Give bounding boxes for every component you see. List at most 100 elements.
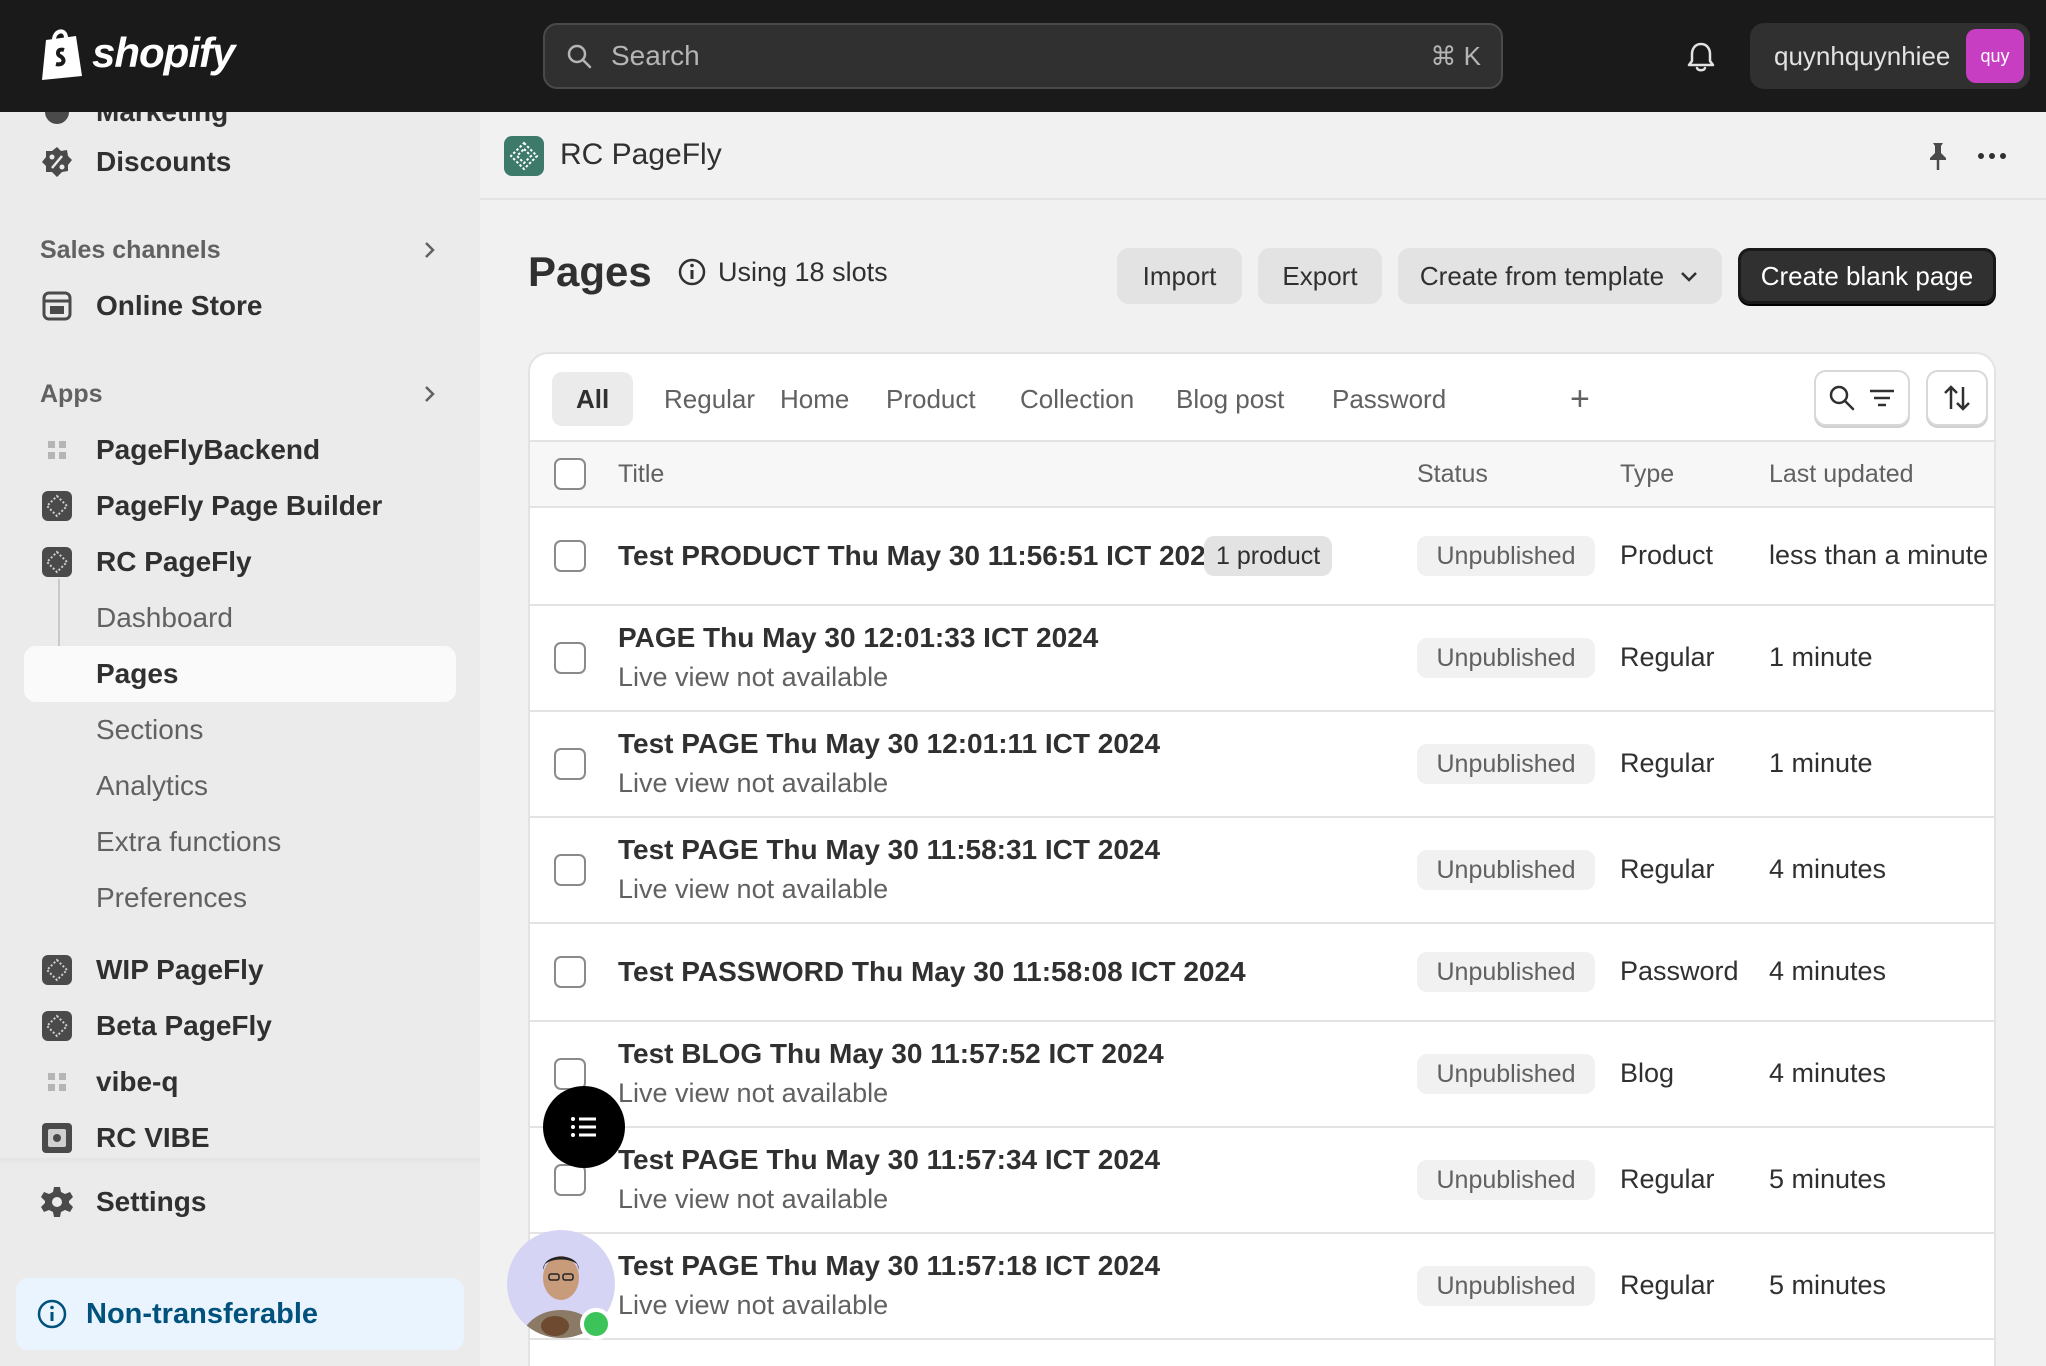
row-checkbox[interactable]	[554, 854, 586, 886]
tab-home[interactable]: Home	[756, 372, 873, 426]
row-type: Product	[1620, 540, 1714, 570]
tab-all[interactable]: All	[552, 372, 634, 426]
sidebar-item-beta-pagefly[interactable]: Beta PageFly	[24, 998, 456, 1054]
row-subtitle: Live view not available	[618, 662, 889, 692]
sidebar-item-label: RC VIBE	[96, 1122, 210, 1153]
table-row[interactable]: Test PAGE Thu May 30 12:01:11 ICT 2024 L…	[530, 712, 1994, 818]
column-last-updated[interactable]: Last updated	[1769, 460, 1914, 489]
sidebar-item-dashboard[interactable]: Dashboard	[24, 590, 456, 646]
row-title[interactable]: Test PAGE Thu May 30 11:57:34 ICT 2024	[618, 1144, 1160, 1176]
sidebar-item-online-store[interactable]: Online Store	[24, 278, 456, 334]
table-row[interactable]: Test PRODUCT Thu May 30 11:56:51 ICT 202…	[530, 508, 1994, 606]
section-label: Apps	[40, 379, 103, 408]
column-status[interactable]: Status	[1417, 460, 1488, 489]
row-checkbox[interactable]	[554, 748, 586, 780]
chevron-right-icon	[425, 386, 435, 402]
sidebar-item-rc-pagefly[interactable]: RC PageFly	[24, 534, 456, 590]
sidebar-item-label: Dashboard	[96, 602, 233, 633]
row-title[interactable]: Test PAGE Thu May 30 12:01:11 ICT 2024	[618, 728, 1160, 760]
row-checkbox[interactable]	[554, 540, 586, 572]
row-title[interactable]: Test PAGE Thu May 30 11:58:31 ICT 2024	[618, 834, 1160, 866]
column-title[interactable]: Title	[618, 460, 664, 489]
shopify-logo[interactable]: shopify	[38, 26, 235, 80]
pagefly-icon	[42, 491, 72, 521]
status-badge: Unpublished	[1417, 1160, 1595, 1200]
sidebar-item-pages[interactable]: Pages	[24, 646, 456, 702]
page-title: Pages	[528, 248, 652, 295]
slots-indicator[interactable]: Using 18 slots	[676, 256, 888, 288]
status-badge: Unpublished	[1417, 850, 1595, 890]
table-row[interactable]: PAGE Thu May 30 12:01:33 ICT 2024 Live v…	[530, 606, 1994, 712]
info-icon	[678, 258, 706, 286]
row-title[interactable]: PAGE Thu May 30 12:01:33 ICT 2024	[618, 622, 1098, 654]
search-input[interactable]: Search ⌘ K	[543, 23, 1503, 89]
pagefly-icon	[42, 1011, 72, 1041]
sidebar-item-settings[interactable]: Settings	[24, 1174, 456, 1230]
filter-icon	[1870, 389, 1894, 407]
section-label: Sales channels	[40, 235, 221, 264]
export-button[interactable]: Export	[1258, 248, 1382, 304]
add-view-button[interactable]: +	[1570, 380, 1590, 419]
avatar: quy	[1966, 29, 2024, 83]
table-row[interactable]: Test PAGE Thu May 30 11:57:18 ICT 2024 L…	[530, 1234, 1994, 1340]
sidebar-item-wip-pagefly[interactable]: WIP PageFly	[24, 942, 456, 998]
status-badge: Unpublished	[1417, 536, 1595, 576]
column-type[interactable]: Type	[1620, 460, 1674, 489]
table-row[interactable]: Test PASSWORD Thu May 30 11:58:08 ICT 20…	[530, 924, 1994, 1022]
create-from-template-button[interactable]: Create from template	[1398, 248, 1722, 304]
sidebar-item-vibe-q[interactable]: vibe-q	[24, 1054, 456, 1110]
tab-password[interactable]: Password	[1308, 372, 1470, 426]
sort-button[interactable]	[1926, 370, 1988, 426]
row-type: Regular	[1620, 748, 1715, 778]
tab-collection[interactable]: Collection	[996, 372, 1158, 426]
table-row[interactable]: Test BLOG Thu May 30 11:57:52 ICT 2024 L…	[530, 1022, 1994, 1128]
bell-icon[interactable]	[1684, 40, 1718, 74]
row-checkbox[interactable]	[554, 956, 586, 988]
non-transferable-banner[interactable]: Non-transferable	[16, 1278, 464, 1350]
sidebar-item-sections[interactable]: Sections	[24, 702, 456, 758]
import-button[interactable]: Import	[1117, 248, 1242, 304]
app-title: RC PageFly	[560, 138, 722, 171]
create-blank-page-button[interactable]: Create blank page	[1738, 248, 1996, 304]
row-checkbox[interactable]	[554, 1164, 586, 1196]
sidebar-item-extra-functions[interactable]: Extra functions	[24, 814, 456, 870]
sidebar-item-pagefly-page-builder[interactable]: PageFly Page Builder	[24, 478, 456, 534]
row-updated: 5 minutes	[1769, 1164, 1887, 1194]
user-menu-button[interactable]: quynhquynhiee quy	[1750, 23, 2030, 89]
sidebar-item-discounts[interactable]: Discounts	[24, 134, 456, 190]
table-row[interactable]: Test PAGE Thu May 30 11:58:31 ICT 2024 L…	[530, 818, 1994, 924]
row-subtitle: Live view not available	[618, 1290, 889, 1320]
more-options-icon[interactable]	[1974, 140, 2010, 172]
sales-channels-heading[interactable]: Sales channels	[40, 230, 440, 270]
row-title[interactable]: Test PAGE Thu May 30 11:57:18 ICT 2024	[618, 1250, 1160, 1282]
status-badge: Unpublished	[1417, 952, 1595, 992]
row-title[interactable]: Test PASSWORD Thu May 30 11:58:08 ICT 20…	[618, 956, 1246, 988]
sidebar-item-label: Settings	[96, 1186, 207, 1217]
sidebar-item-analytics[interactable]: Analytics	[24, 758, 456, 814]
table-row[interactable]: Test PAGE Thu May 30 11:57:34 ICT 2024 L…	[530, 1128, 1994, 1234]
row-title[interactable]: Test BLOG Thu May 30 11:57:52 ICT 2024	[618, 1038, 1164, 1070]
pin-icon[interactable]	[1922, 140, 1954, 172]
pages-card: All Regular Home Product Collection Blog…	[528, 352, 1996, 1366]
select-all-checkbox[interactable]	[554, 458, 586, 490]
apps-heading[interactable]: Apps	[40, 374, 440, 414]
sidebar-item-label: WIP PageFly	[96, 954, 264, 985]
sidebar-item-preferences[interactable]: Preferences	[24, 870, 456, 926]
discount-icon	[42, 147, 72, 177]
row-title[interactable]: Test PRODUCT Thu May 30 11:56:51 ICT 202…	[618, 540, 1221, 572]
tab-bar: All Regular Home Product Collection Blog…	[530, 354, 1994, 442]
sidebar-item-label: Sections	[96, 714, 204, 745]
search-filter-button[interactable]	[1814, 370, 1910, 426]
search-icon	[567, 44, 592, 69]
store-icon	[42, 291, 72, 321]
tab-blog-post[interactable]: Blog post	[1152, 372, 1308, 426]
online-status-dot	[580, 1308, 612, 1340]
tab-product[interactable]: Product	[862, 372, 1000, 426]
sidebar-item-label: vibe-q	[96, 1066, 179, 1097]
generic-app-icon	[48, 1073, 66, 1091]
row-checkbox[interactable]	[554, 642, 586, 674]
sidebar-item-pageflybackend[interactable]: PageFlyBackend	[24, 422, 456, 478]
list-menu-fab[interactable]	[543, 1086, 625, 1168]
table-header: Title Status Type Last updated	[530, 442, 1994, 508]
row-updated: 5 minutes	[1769, 1270, 1887, 1300]
